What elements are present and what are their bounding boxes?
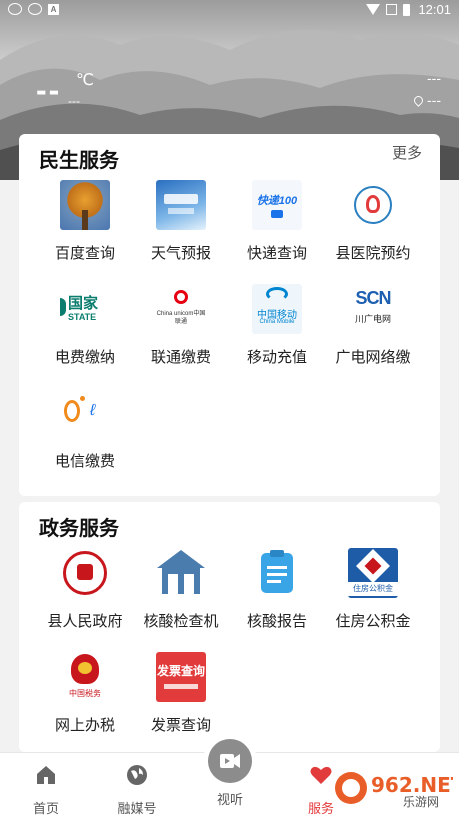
location-row[interactable]: --- [412, 92, 441, 108]
nav-video[interactable]: 视听 [195, 789, 265, 808]
notification-icon [28, 3, 42, 15]
notification-icon [8, 3, 22, 15]
location-pin-icon [412, 93, 425, 107]
service-county-hospital[interactable]: 县医院预约 [325, 180, 421, 263]
location-text: --- [427, 92, 441, 108]
express-100-icon: 快递100 [252, 180, 302, 230]
temperature-unit: ℃ [76, 72, 94, 89]
invoice-query-icon: 发票查询 [156, 652, 206, 702]
china-unicom-icon: China unicom中国联通 [156, 284, 206, 334]
china-mobile-icon: 中国移动 China Mobile [252, 284, 302, 334]
svg-text:乐游网: 乐游网 [403, 795, 439, 809]
state-grid-icon: 国家 STATE [60, 284, 110, 334]
home-icon [37, 766, 55, 784]
service-online-tax[interactable]: 中国税务 网上办税 [37, 652, 133, 735]
housing-fund-icon: 住房公积金 [348, 548, 398, 598]
status-bar: A 12:01 [0, 0, 459, 20]
watermark-logo: 962.NET 乐游网 [333, 766, 459, 815]
house-icon [156, 548, 206, 598]
more-link[interactable]: 更多 [392, 142, 422, 163]
svg-text:962.NET: 962.NET [371, 773, 453, 797]
video-camera-icon [220, 754, 240, 768]
service-mobile-recharge[interactable]: 中国移动 China Mobile 移动充值 [229, 284, 325, 367]
service-housing-fund[interactable]: 住房公积金 住房公积金 [325, 548, 421, 631]
video-center-button[interactable] [203, 734, 257, 788]
globe-icon [127, 765, 147, 785]
scn-cable-icon: SCN 川广电网 [348, 284, 398, 334]
tree-photo-icon [60, 180, 110, 230]
status-time: 12:01 [418, 2, 451, 17]
government-emblem-icon [60, 548, 110, 598]
section-title: 政务服务 [39, 518, 119, 540]
service-weather-forecast[interactable]: 天气预报 [133, 180, 229, 263]
livelihood-services-card: 民生服务 更多 百度查询 天气预报 快递100 快递查询 县医院预约 国家 ST… [19, 134, 440, 496]
battery-icon [403, 3, 411, 16]
section-title: 民生服务 [39, 150, 119, 172]
watermark-badge-icon: 962.NET 乐游网 [335, 772, 459, 809]
temperature-value: -- [36, 72, 62, 108]
tax-emblem-icon: 中国税务 [60, 652, 110, 702]
service-cable-network[interactable]: SCN 川广电网 广电网络缴 [325, 284, 421, 367]
service-baidu-query[interactable]: 百度查询 [37, 180, 133, 263]
weather-forecast-icon [156, 180, 206, 230]
wifi-icon [366, 4, 381, 15]
service-unicom[interactable]: China unicom中国联通 联通缴费 [133, 284, 229, 367]
nav-home[interactable]: 首页 [11, 763, 81, 816]
china-telecom-icon: ℓ [60, 388, 110, 438]
service-electricity[interactable]: 国家 STATE 电费缴纳 [37, 284, 133, 367]
service-nucleic-acid-report[interactable]: 核酸报告 [229, 548, 325, 631]
signal-icon [386, 4, 398, 15]
weather-description: --- [68, 94, 80, 108]
status-a-badge: A [48, 3, 59, 15]
government-services-card: 政务服务 县人民政府 核酸检查机 核酸报告 住房公积金 住房公积金 中国税务 网… [19, 502, 440, 752]
service-county-government[interactable]: 县人民政府 [37, 548, 133, 631]
service-nucleic-acid-machine[interactable]: 核酸检查机 [133, 548, 229, 631]
clipboard-icon [252, 548, 302, 598]
weather-extra: --- [427, 70, 441, 86]
service-invoice-query[interactable]: 发票查询 发票查询 [133, 652, 229, 735]
service-express-query[interactable]: 快递100 快递查询 [229, 180, 325, 263]
hospital-logo-icon [348, 180, 398, 230]
heart-icon [310, 766, 332, 784]
nav-media[interactable]: 融媒号 [102, 763, 172, 816]
service-telecom[interactable]: ℓ 电信缴费 [37, 388, 133, 471]
